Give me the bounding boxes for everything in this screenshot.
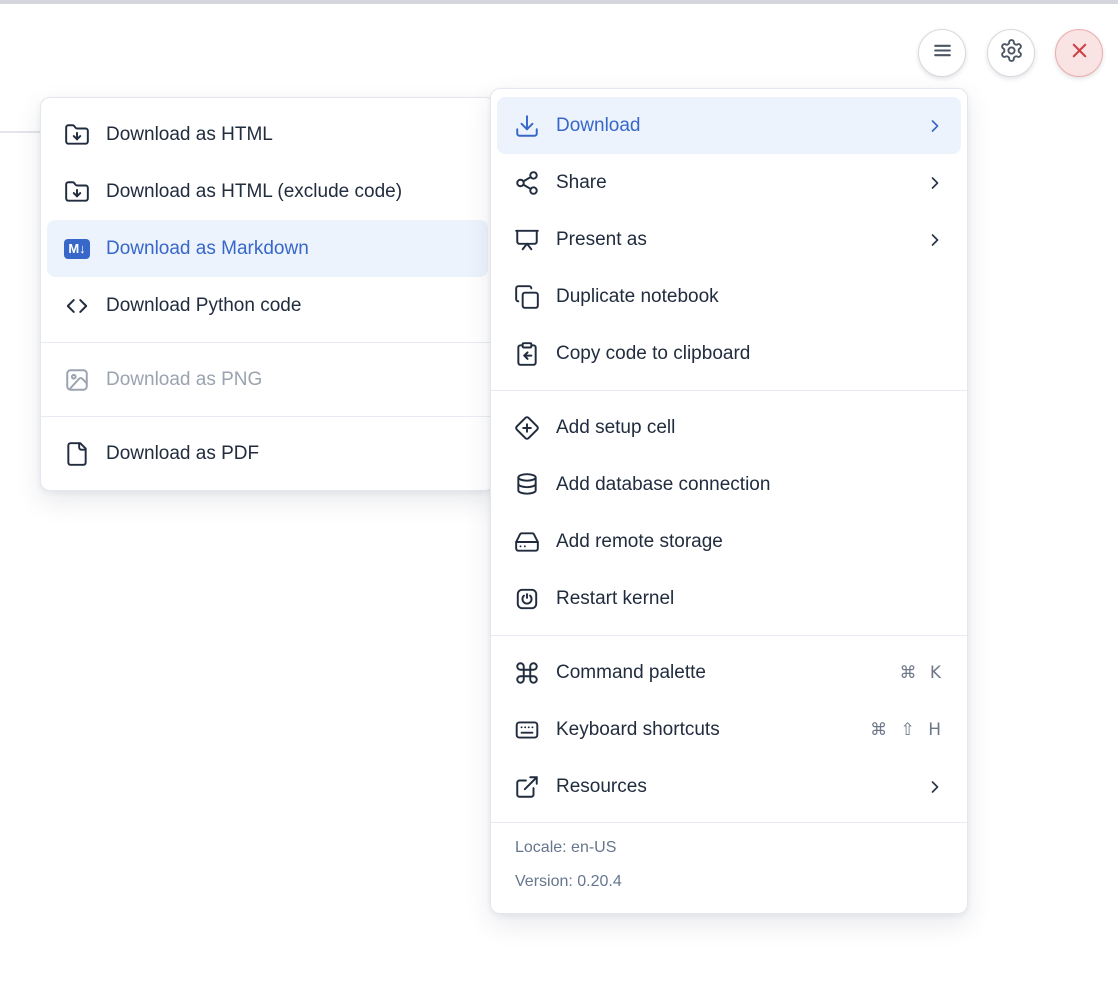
menu-item-label: Duplicate notebook [556, 286, 719, 308]
menu-item-label: Add remote storage [556, 531, 723, 553]
copy-icon [514, 284, 540, 310]
menu-item-download-as-markdown[interactable]: M↓ Download as Markdown [47, 220, 488, 277]
menu-item-label: Download as Markdown [106, 238, 309, 260]
file-icon [64, 441, 90, 467]
presentation-icon [514, 227, 540, 253]
menu-separator [41, 416, 494, 417]
menu-item-label: Keyboard shortcuts [556, 719, 720, 741]
menu-item-resources[interactable]: Resources [497, 758, 961, 815]
menu-item-download-as-png: Download as PNG [47, 351, 488, 408]
download-submenu: Download as HTML Download as HTML (exclu… [40, 97, 495, 491]
clipboard-copy-icon [514, 341, 540, 367]
folder-down-icon [64, 179, 90, 205]
chevron-right-icon [925, 777, 945, 797]
chevron-right-icon [925, 173, 945, 193]
keyboard-icon [514, 717, 540, 743]
menu-item-label: Add setup cell [556, 417, 675, 439]
menu-item-command-palette[interactable]: Command palette ⌘ K [497, 644, 961, 701]
menu-item-label: Command palette [556, 662, 706, 684]
menu-item-label: Copy code to clipboard [556, 343, 750, 365]
menu-item-share[interactable]: Share [497, 154, 961, 211]
notebook-menu: Download Share Present as Duplicate note… [490, 88, 968, 914]
folder-down-icon [64, 122, 90, 148]
notebook-menu-button[interactable] [918, 29, 966, 77]
menu-item-add-remote-storage[interactable]: Add remote storage [497, 513, 961, 570]
gear-icon [999, 38, 1024, 68]
page-divider-fragment [0, 131, 40, 133]
markdown-download-icon: M↓ [64, 236, 90, 262]
menu-item-duplicate-notebook[interactable]: Duplicate notebook [497, 268, 961, 325]
menu-item-download[interactable]: Download [497, 97, 961, 154]
hard-drive-icon [514, 529, 540, 555]
shortcut-hint: ⌘ K [899, 663, 945, 683]
command-icon [514, 660, 540, 686]
menu-footer: Locale: en-US Version: 0.20.4 [491, 822, 967, 905]
settings-button[interactable] [987, 29, 1035, 77]
shortcut-hint: ⌘ ⇧ H [870, 720, 945, 740]
menu-separator [491, 390, 967, 391]
chevron-right-icon [925, 230, 945, 250]
chevron-right-icon [925, 116, 945, 136]
menu-item-label: Download as PDF [106, 443, 259, 465]
menu-item-label: Download Python code [106, 295, 301, 317]
image-icon [64, 367, 90, 393]
close-button[interactable] [1055, 29, 1103, 77]
menu-item-label: Download as HTML [106, 124, 273, 146]
menu-item-download-as-html-exclude-code[interactable]: Download as HTML (exclude code) [47, 163, 488, 220]
menu-item-label: Share [556, 172, 607, 194]
menu-item-label: Resources [556, 776, 647, 798]
menu-separator [491, 635, 967, 636]
locale-text: Locale: en-US [515, 831, 943, 865]
menu-item-download-python-code[interactable]: Download Python code [47, 277, 488, 334]
menu-item-copy-code-to-clipboard[interactable]: Copy code to clipboard [497, 325, 961, 382]
menu-item-add-database-connection[interactable]: Add database connection [497, 456, 961, 513]
page-top-border [0, 0, 1118, 4]
menu-item-label: Download as PNG [106, 369, 262, 391]
menu-item-label: Download as HTML (exclude code) [106, 181, 402, 203]
menu-item-label: Restart kernel [556, 588, 674, 610]
menu-item-label: Download [556, 115, 641, 137]
database-icon [514, 472, 540, 498]
menu-item-add-setup-cell[interactable]: Add setup cell [497, 399, 961, 456]
menu-separator [41, 342, 494, 343]
menu-item-download-as-pdf[interactable]: Download as PDF [47, 425, 488, 482]
menu-item-present-as[interactable]: Present as [497, 211, 961, 268]
download-icon [514, 113, 540, 139]
menu-item-keyboard-shortcuts[interactable]: Keyboard shortcuts ⌘ ⇧ H [497, 701, 961, 758]
menu-item-restart-kernel[interactable]: Restart kernel [497, 570, 961, 627]
menu-item-download-as-html[interactable]: Download as HTML [47, 106, 488, 163]
share-icon [514, 170, 540, 196]
menu-item-label: Add database connection [556, 474, 770, 496]
version-text: Version: 0.20.4 [515, 865, 943, 899]
code-icon [64, 293, 90, 319]
external-link-icon [514, 774, 540, 800]
power-square-icon [514, 586, 540, 612]
menu-item-label: Present as [556, 229, 647, 251]
hamburger-icon [930, 38, 955, 68]
diamond-plus-icon [514, 415, 540, 441]
close-icon [1067, 38, 1092, 68]
